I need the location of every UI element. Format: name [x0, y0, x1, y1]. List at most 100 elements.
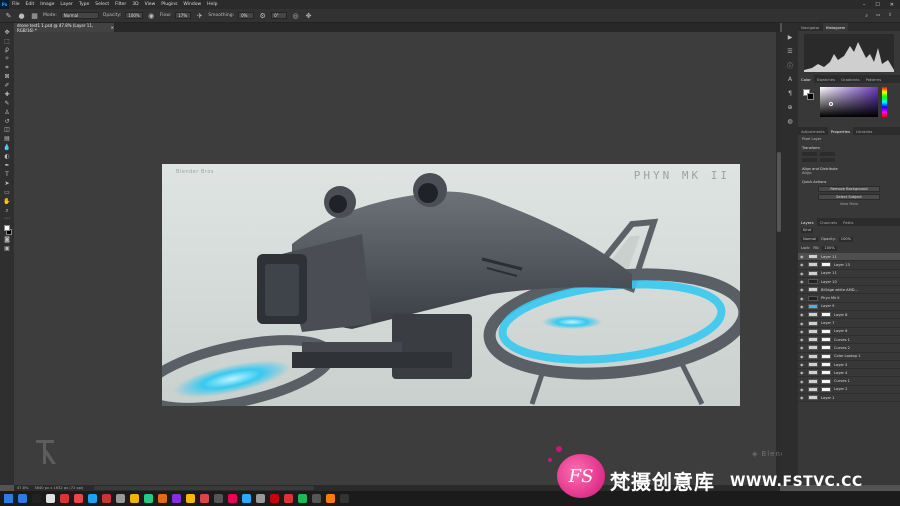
- taskbar-app-icon[interactable]: [158, 494, 167, 503]
- horizontal-scrollbar[interactable]: [94, 486, 314, 490]
- x-field[interactable]: [802, 158, 817, 162]
- visibility-eye-icon[interactable]: ◉: [800, 329, 805, 334]
- visibility-eye-icon[interactable]: ◉: [800, 354, 805, 359]
- taskbar-app-icon[interactable]: [228, 494, 237, 503]
- menu-layer[interactable]: Layer: [57, 2, 76, 7]
- y-field[interactable]: [820, 158, 835, 162]
- layer-row[interactable]: ◉ Layer 8: [798, 311, 900, 320]
- tab-libraries[interactable]: Libraries: [853, 127, 875, 135]
- menu-filter[interactable]: Filter: [112, 2, 129, 7]
- color-picker-dot[interactable]: [829, 102, 833, 106]
- select-subject-button[interactable]: Select Subject: [818, 194, 880, 200]
- taskbar-app-icon[interactable]: [144, 494, 153, 503]
- menu-help[interactable]: Help: [204, 2, 220, 7]
- crop-tool-icon[interactable]: ⌗: [2, 65, 12, 72]
- view-more-link[interactable]: View More: [802, 202, 896, 206]
- taskbar-app-icon[interactable]: [32, 494, 41, 503]
- visibility-eye-icon[interactable]: ◉: [800, 387, 805, 392]
- layer-mask-thumbnail[interactable]: [821, 312, 831, 318]
- layer-row[interactable]: ◉ Layer 2: [798, 386, 900, 395]
- quick-mask-icon[interactable]: ◙: [2, 237, 12, 244]
- tab-histogram[interactable]: Histogram: [822, 23, 849, 31]
- layer-row[interactable]: ◉ Layer 13: [798, 261, 900, 270]
- layer-opacity-field[interactable]: 100%: [838, 237, 854, 242]
- tab-adjustments[interactable]: Adjustments: [798, 127, 828, 135]
- scrollbar-thumb[interactable]: [777, 152, 781, 232]
- layer-thumbnail[interactable]: [808, 395, 818, 401]
- layer-mask-thumbnail[interactable]: [821, 370, 831, 376]
- start-menu-icon[interactable]: [4, 494, 13, 503]
- taskbar-app-icon[interactable]: [60, 494, 69, 503]
- menu-file[interactable]: File: [9, 2, 23, 7]
- height-field[interactable]: [820, 152, 835, 156]
- menu-3d[interactable]: 3D: [129, 2, 141, 7]
- visibility-eye-icon[interactable]: ◉: [800, 345, 805, 350]
- remove-background-button[interactable]: Remove Background: [818, 186, 880, 192]
- layer-thumbnail[interactable]: [808, 312, 818, 318]
- taskbar-app-icon[interactable]: [284, 494, 293, 503]
- layer-thumbnail[interactable]: [808, 386, 818, 392]
- flow-field[interactable]: 17%: [175, 12, 192, 19]
- layer-row[interactable]: ◉ Layer 5: [798, 361, 900, 370]
- layer-thumbnail[interactable]: [808, 353, 818, 359]
- taskbar-app-icon[interactable]: [214, 494, 223, 503]
- workspace-icon[interactable]: ▭: [876, 13, 880, 19]
- angle-field[interactable]: 0°: [271, 12, 288, 19]
- mode-select[interactable]: Normal: [60, 12, 99, 19]
- pressure-opacity-icon[interactable]: ◉: [147, 11, 156, 20]
- shape-tool-icon[interactable]: ▭: [2, 189, 12, 196]
- zoom-tool-icon[interactable]: ⌕: [2, 207, 12, 214]
- taskbar-app-icon[interactable]: [312, 494, 321, 503]
- menu-type[interactable]: Type: [76, 2, 92, 7]
- layer-row[interactable]: ◉ Layer 4: [798, 369, 900, 378]
- layer-mask-thumbnail[interactable]: [821, 378, 831, 384]
- visibility-eye-icon[interactable]: ◉: [800, 395, 805, 400]
- menu-select[interactable]: Select: [92, 2, 112, 7]
- brush-tool-icon[interactable]: ✎: [4, 11, 13, 20]
- visibility-eye-icon[interactable]: ◉: [800, 304, 805, 309]
- taskbar-app-icon[interactable]: [200, 494, 209, 503]
- panel-background-swatch[interactable]: [807, 93, 814, 100]
- layer-row[interactable]: ◉ Layer 1: [798, 394, 900, 403]
- hue-slider[interactable]: [882, 87, 887, 117]
- quick-select-tool-icon[interactable]: ✧: [2, 56, 12, 63]
- width-field[interactable]: [802, 152, 817, 156]
- transform-section-title[interactable]: Transform: [802, 146, 896, 150]
- lasso-tool-icon[interactable]: ϼ: [2, 47, 12, 54]
- layer-row[interactable]: ◉ Layer 10: [798, 278, 900, 287]
- blend-mode-select[interactable]: Normal: [801, 237, 819, 242]
- path-select-icon[interactable]: ➤: [2, 180, 12, 187]
- layer-row[interactable]: ◉ Curves 2: [798, 344, 900, 353]
- smoothing-field[interactable]: 0%: [238, 12, 255, 19]
- minimize-icon[interactable]: –: [863, 2, 866, 8]
- layer-row[interactable]: ◉ Layer 11: [798, 253, 900, 262]
- zoom-level[interactable]: 47.8%: [17, 486, 28, 490]
- taskbar-app-icon[interactable]: [116, 494, 125, 503]
- close-icon[interactable]: ✕: [890, 2, 894, 8]
- layer-thumbnail[interactable]: [808, 345, 818, 351]
- color-field[interactable]: [820, 87, 878, 117]
- menu-view[interactable]: View: [142, 2, 159, 7]
- layer-thumbnail[interactable]: [808, 320, 818, 326]
- type-tool-icon[interactable]: T: [2, 171, 12, 178]
- layer-row[interactable]: ◉ Curves 1: [798, 336, 900, 345]
- tab-properties[interactable]: Properties: [827, 127, 853, 135]
- layer-thumbnail[interactable]: [808, 378, 818, 384]
- layer-thumbnail[interactable]: [808, 337, 818, 343]
- brush-preset-icon[interactable]: ●: [17, 11, 26, 20]
- visibility-eye-icon[interactable]: ◉: [800, 287, 805, 292]
- eraser-tool-icon[interactable]: ◫: [2, 127, 12, 134]
- taskbar-app-icon[interactable]: [88, 494, 97, 503]
- quick-actions-title[interactable]: Quick Actions: [802, 180, 896, 184]
- layer-mask-thumbnail[interactable]: [821, 262, 831, 268]
- layer-kind-filter[interactable]: Kind: [801, 228, 813, 233]
- tab-layers[interactable]: Layers: [798, 218, 817, 226]
- fill-field[interactable]: 100%: [822, 246, 837, 251]
- layer-thumbnail[interactable]: [808, 328, 818, 334]
- opacity-field[interactable]: 100%: [125, 12, 143, 19]
- menu-image[interactable]: Image: [37, 2, 57, 7]
- layer-thumbnail[interactable]: [808, 303, 818, 309]
- visibility-eye-icon[interactable]: ◉: [800, 262, 805, 267]
- history-brush-icon[interactable]: ↺: [2, 118, 12, 125]
- layer-row[interactable]: ◉ Color Lookup 1: [798, 353, 900, 361]
